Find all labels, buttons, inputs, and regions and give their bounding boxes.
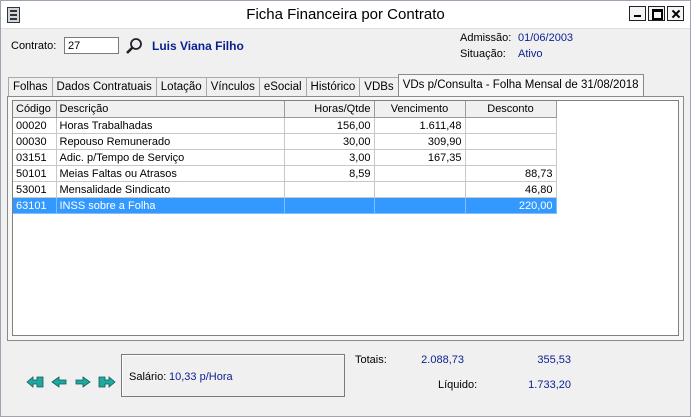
liquido-label: Líquido:: [438, 379, 478, 391]
first-record-icon[interactable]: [26, 376, 44, 388]
cell-horas: [284, 197, 375, 214]
table-row[interactable]: 03151 Adic. p/Tempo de Serviço 3,00 167,…: [13, 149, 557, 166]
situacao-label: Situação:: [460, 48, 506, 60]
maximize-button[interactable]: [648, 6, 665, 21]
cell-vencimento: 1.611,48: [374, 117, 466, 134]
cell-codigo: 03151: [13, 149, 57, 166]
table-row[interactable]: 50101 Meias Faltas ou Atrasos 8,59 88,73: [13, 165, 557, 182]
previous-record-icon[interactable]: [50, 376, 68, 388]
cell-vencimento: [374, 165, 466, 182]
situacao-value: Ativo: [518, 48, 543, 60]
cell-descricao: Meias Faltas ou Atrasos: [56, 165, 285, 182]
cell-codigo: 00020: [13, 117, 57, 134]
cell-desconto: 220,00: [465, 197, 557, 214]
title-bar: Ficha Financeira por Contrato: [1, 1, 690, 29]
cell-vencimento: 309,90: [374, 133, 466, 150]
data-grid: Código Descrição Horas/Qtde Vencimento D…: [12, 100, 679, 336]
col-header-horas[interactable]: Horas/Qtde: [284, 101, 375, 118]
grid-header-row: Código Descrição Horas/Qtde Vencimento D…: [13, 101, 557, 118]
liquido-value: 1.733,20: [528, 379, 571, 391]
tab-folhas[interactable]: Folhas: [8, 77, 53, 96]
cell-codigo: 53001: [13, 181, 57, 198]
cell-descricao: Mensalidade Sindicato: [56, 181, 285, 198]
cell-desconto: [465, 117, 557, 134]
cell-desconto: [465, 133, 557, 150]
tab-dados-contratuais[interactable]: Dados Contratuais: [51, 77, 157, 96]
table-row-selected[interactable]: 63101 INSS sobre a Folha 220,00: [13, 197, 557, 214]
search-icon[interactable]: [125, 37, 143, 55]
tab-vds-consulta[interactable]: VDs p/Consulta - Folha Mensal de 31/08/2…: [397, 74, 644, 96]
contrato-input[interactable]: [64, 37, 119, 54]
last-record-icon[interactable]: [98, 376, 116, 388]
tab-vdbs[interactable]: VDBs: [359, 77, 399, 96]
col-header-descricao[interactable]: Descrição: [56, 101, 285, 118]
tab-esocial[interactable]: eSocial: [258, 77, 307, 96]
cell-horas: 3,00: [284, 149, 375, 166]
cell-vencimento: [374, 197, 466, 214]
tab-historico[interactable]: Histórico: [305, 77, 361, 96]
cell-codigo: 63101: [13, 197, 57, 214]
admissao-label: Admissão:: [460, 32, 512, 44]
cell-horas: 156,00: [284, 117, 375, 134]
tab-vinculos[interactable]: Vínculos: [205, 77, 260, 96]
col-header-codigo[interactable]: Código: [13, 101, 57, 118]
col-header-desconto[interactable]: Desconto: [465, 101, 557, 118]
cell-desconto: [465, 149, 557, 166]
record-navigation: [26, 376, 116, 388]
cell-codigo: 50101: [13, 165, 57, 182]
cell-horas: [284, 181, 375, 198]
admissao-value: 01/06/2003: [518, 32, 574, 44]
table-row[interactable]: 00030 Repouso Remunerado 30,00 309,90: [13, 133, 557, 150]
contrato-label: Contrato:: [11, 40, 57, 52]
total-desconto: 355,53: [537, 354, 571, 366]
cell-horas: 30,00: [284, 133, 375, 150]
tab-lotacao[interactable]: Lotação: [155, 77, 207, 96]
close-button[interactable]: [667, 6, 684, 21]
next-record-icon[interactable]: [74, 376, 92, 388]
cell-desconto: 46,80: [465, 181, 557, 198]
tab-bar: Folhas Dados Contratuais Lotação Vínculo…: [8, 74, 644, 96]
cell-descricao: Adic. p/Tempo de Serviço: [56, 149, 285, 166]
cell-codigo: 00030: [13, 133, 57, 150]
salario-label: Salário:: [129, 371, 167, 383]
table-row[interactable]: 00020 Horas Trabalhadas 156,00 1.611,48: [13, 117, 557, 134]
window-title: Ficha Financeira por Contrato: [246, 6, 445, 23]
cell-vencimento: 167,35: [374, 149, 466, 166]
cell-desconto: 88,73: [465, 165, 557, 182]
total-vencimento: 2.088,73: [421, 354, 464, 366]
minimize-button[interactable]: [629, 6, 646, 21]
cell-descricao: Horas Trabalhadas: [56, 117, 285, 134]
cell-descricao: INSS sobre a Folha: [56, 197, 285, 214]
cell-vencimento: [374, 181, 466, 198]
cell-descricao: Repouso Remunerado: [56, 133, 285, 150]
table-row[interactable]: 53001 Mensalidade Sindicato 46,80: [13, 181, 557, 198]
person-name: Luis Viana Filho: [152, 39, 244, 53]
col-header-vencimento[interactable]: Vencimento: [374, 101, 466, 118]
salario-value: 10,33 p/Hora: [169, 371, 233, 383]
cell-horas: 8,59: [284, 165, 375, 182]
